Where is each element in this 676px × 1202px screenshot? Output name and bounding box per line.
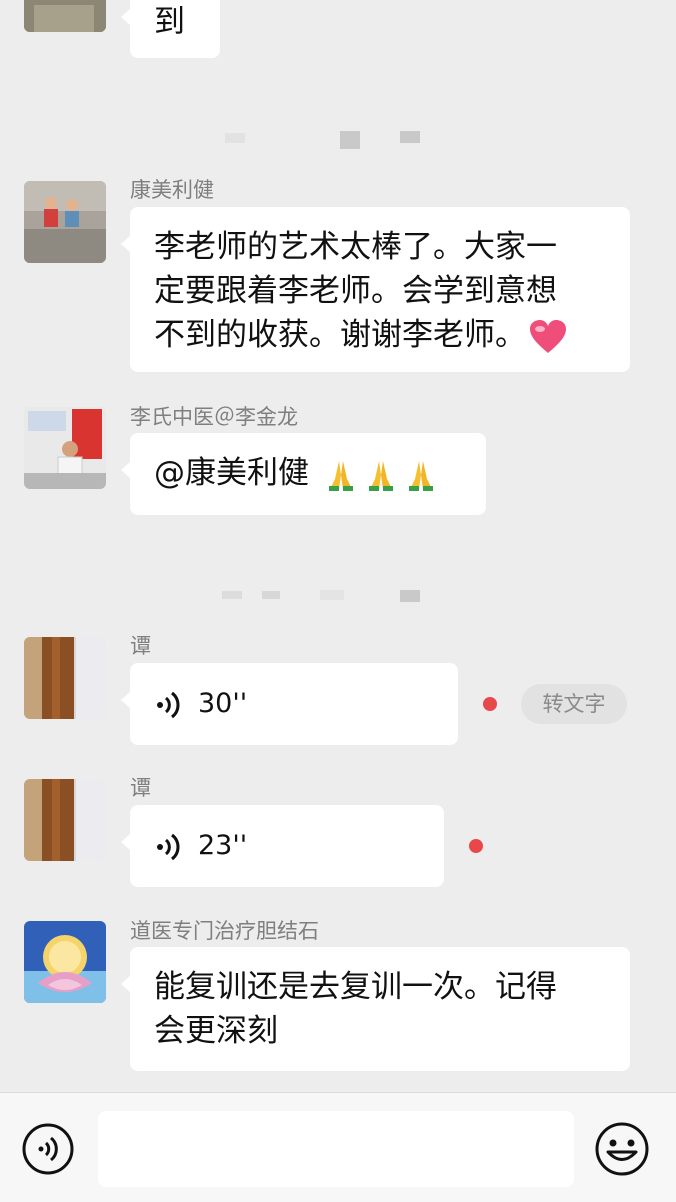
message-bubble[interactable]: 到: [121, 0, 220, 58]
message-input[interactable]: [98, 1111, 574, 1187]
message-bubble[interactable]: @康美利健: [121, 433, 486, 515]
message-bubble[interactable]: 李老师的艺术太棒了。大家一 定要跟着李老师。会学到意想 不到的收获。谢谢李老师。: [121, 207, 630, 372]
voice-duration: 23'': [198, 830, 248, 861]
avatar[interactable]: [24, 637, 106, 719]
voice-wave-icon: [157, 833, 180, 861]
voice-toggle-icon[interactable]: [21, 1122, 75, 1176]
avatar[interactable]: [24, 181, 106, 263]
message-text-line: 李老师的艺术太棒了。大家一: [154, 229, 557, 265]
mention-text[interactable]: @康美利健: [154, 455, 309, 491]
chat-input-bar: [0, 1092, 676, 1202]
message-text-line: 定要跟着李老师。会学到意想: [154, 273, 557, 309]
avatar[interactable]: [24, 0, 106, 32]
voice-message-bubble[interactable]: 23'': [121, 805, 444, 887]
message-bubble[interactable]: 能复训还是去复训一次。记得 会更深刻: [121, 947, 630, 1071]
avatar[interactable]: [24, 779, 106, 861]
convert-to-text-button[interactable]: 转文字: [521, 684, 627, 724]
unread-dot: [469, 839, 483, 853]
voice-duration: 30'': [198, 688, 248, 719]
heart-emoji-icon: [530, 319, 566, 353]
avatar[interactable]: [24, 921, 106, 1003]
voice-message-bubble[interactable]: 30'': [121, 663, 458, 745]
message-text-line: @康美利健: [154, 451, 462, 495]
message-text-line: 不到的收获。谢谢李老师。: [154, 313, 606, 357]
message-text: 到: [154, 4, 185, 40]
emoji-smile-icon[interactable]: [594, 1121, 650, 1177]
sender-name: 道医专门治疗胆结石: [130, 919, 319, 943]
sender-name: 谭: [130, 776, 151, 800]
voice-wave-icon: [157, 691, 180, 719]
unread-dot: [483, 697, 497, 711]
folded-hands-emoji-icon: [408, 460, 433, 491]
folded-hands-emoji-icon: [328, 460, 353, 491]
avatar[interactable]: [24, 407, 106, 489]
sender-name: 谭: [130, 634, 151, 658]
folded-hands-emoji-icon: [368, 460, 393, 491]
sender-name: 李氏中医＠李金龙: [130, 405, 298, 429]
message-text-line: 会更深刻: [154, 1013, 278, 1049]
sender-name: 康美利健: [130, 178, 214, 202]
message-text-line: 能复训还是去复训一次。记得: [154, 969, 557, 1005]
